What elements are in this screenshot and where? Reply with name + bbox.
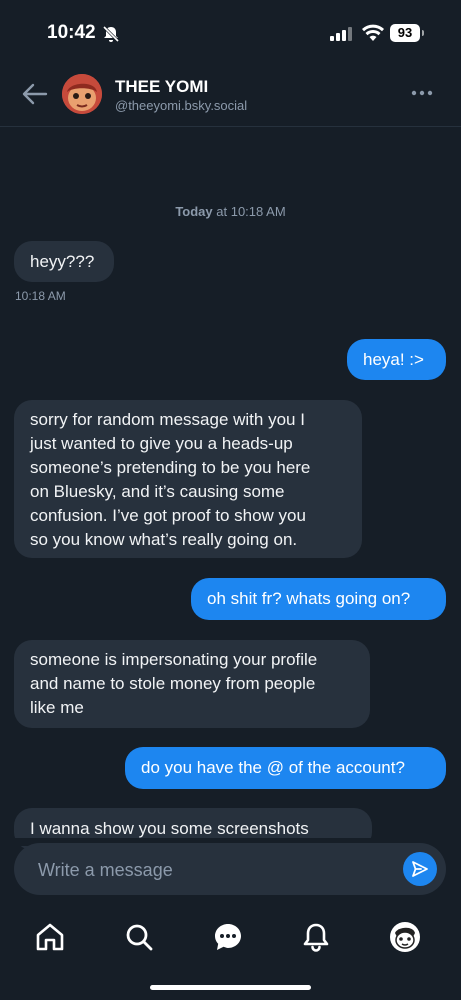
conversation-header: THEE YOMI @theeyomi.bsky.social [0, 60, 461, 127]
message-outgoing[interactable]: heya! :> [347, 339, 446, 380]
message-outgoing[interactable]: do you have the @ of the account? [125, 747, 446, 789]
chat-icon[interactable] [212, 921, 244, 953]
bell-icon[interactable] [300, 921, 332, 953]
message-outgoing[interactable]: oh shit fr? whats going on? [191, 578, 446, 620]
home-indicator [150, 985, 311, 990]
send-icon [412, 861, 428, 877]
message-incoming[interactable]: sorry for random message with you I just… [14, 400, 362, 558]
contact-handle: @theeyomi.bsky.social [115, 98, 248, 113]
wifi-icon [362, 24, 384, 41]
battery-tip [422, 30, 424, 36]
signal-icon [330, 27, 352, 41]
contact-name: THEE YOMI [115, 77, 209, 96]
search-icon[interactable] [123, 921, 155, 953]
bell-off-icon [102, 25, 120, 43]
message-composer [14, 843, 446, 895]
send-button[interactable] [403, 852, 437, 886]
battery-indicator: 93 [390, 24, 420, 42]
profile-avatar[interactable] [389, 921, 421, 953]
message-timestamp: 10:18 AM [15, 289, 66, 303]
back-arrow-icon[interactable] [22, 83, 48, 105]
message-incoming[interactable]: someone is impersonating your profile an… [14, 640, 370, 728]
more-options-icon[interactable] [411, 90, 433, 96]
status-bar: 10:42 93 [0, 0, 461, 60]
contact-avatar[interactable] [62, 74, 102, 114]
date-separator: Today at 10:18 AM [175, 204, 286, 219]
status-time: 10:42 [47, 22, 96, 43]
home-icon[interactable] [34, 921, 66, 953]
message-incoming[interactable]: heyy??? [14, 241, 114, 282]
message-input[interactable] [36, 857, 390, 883]
